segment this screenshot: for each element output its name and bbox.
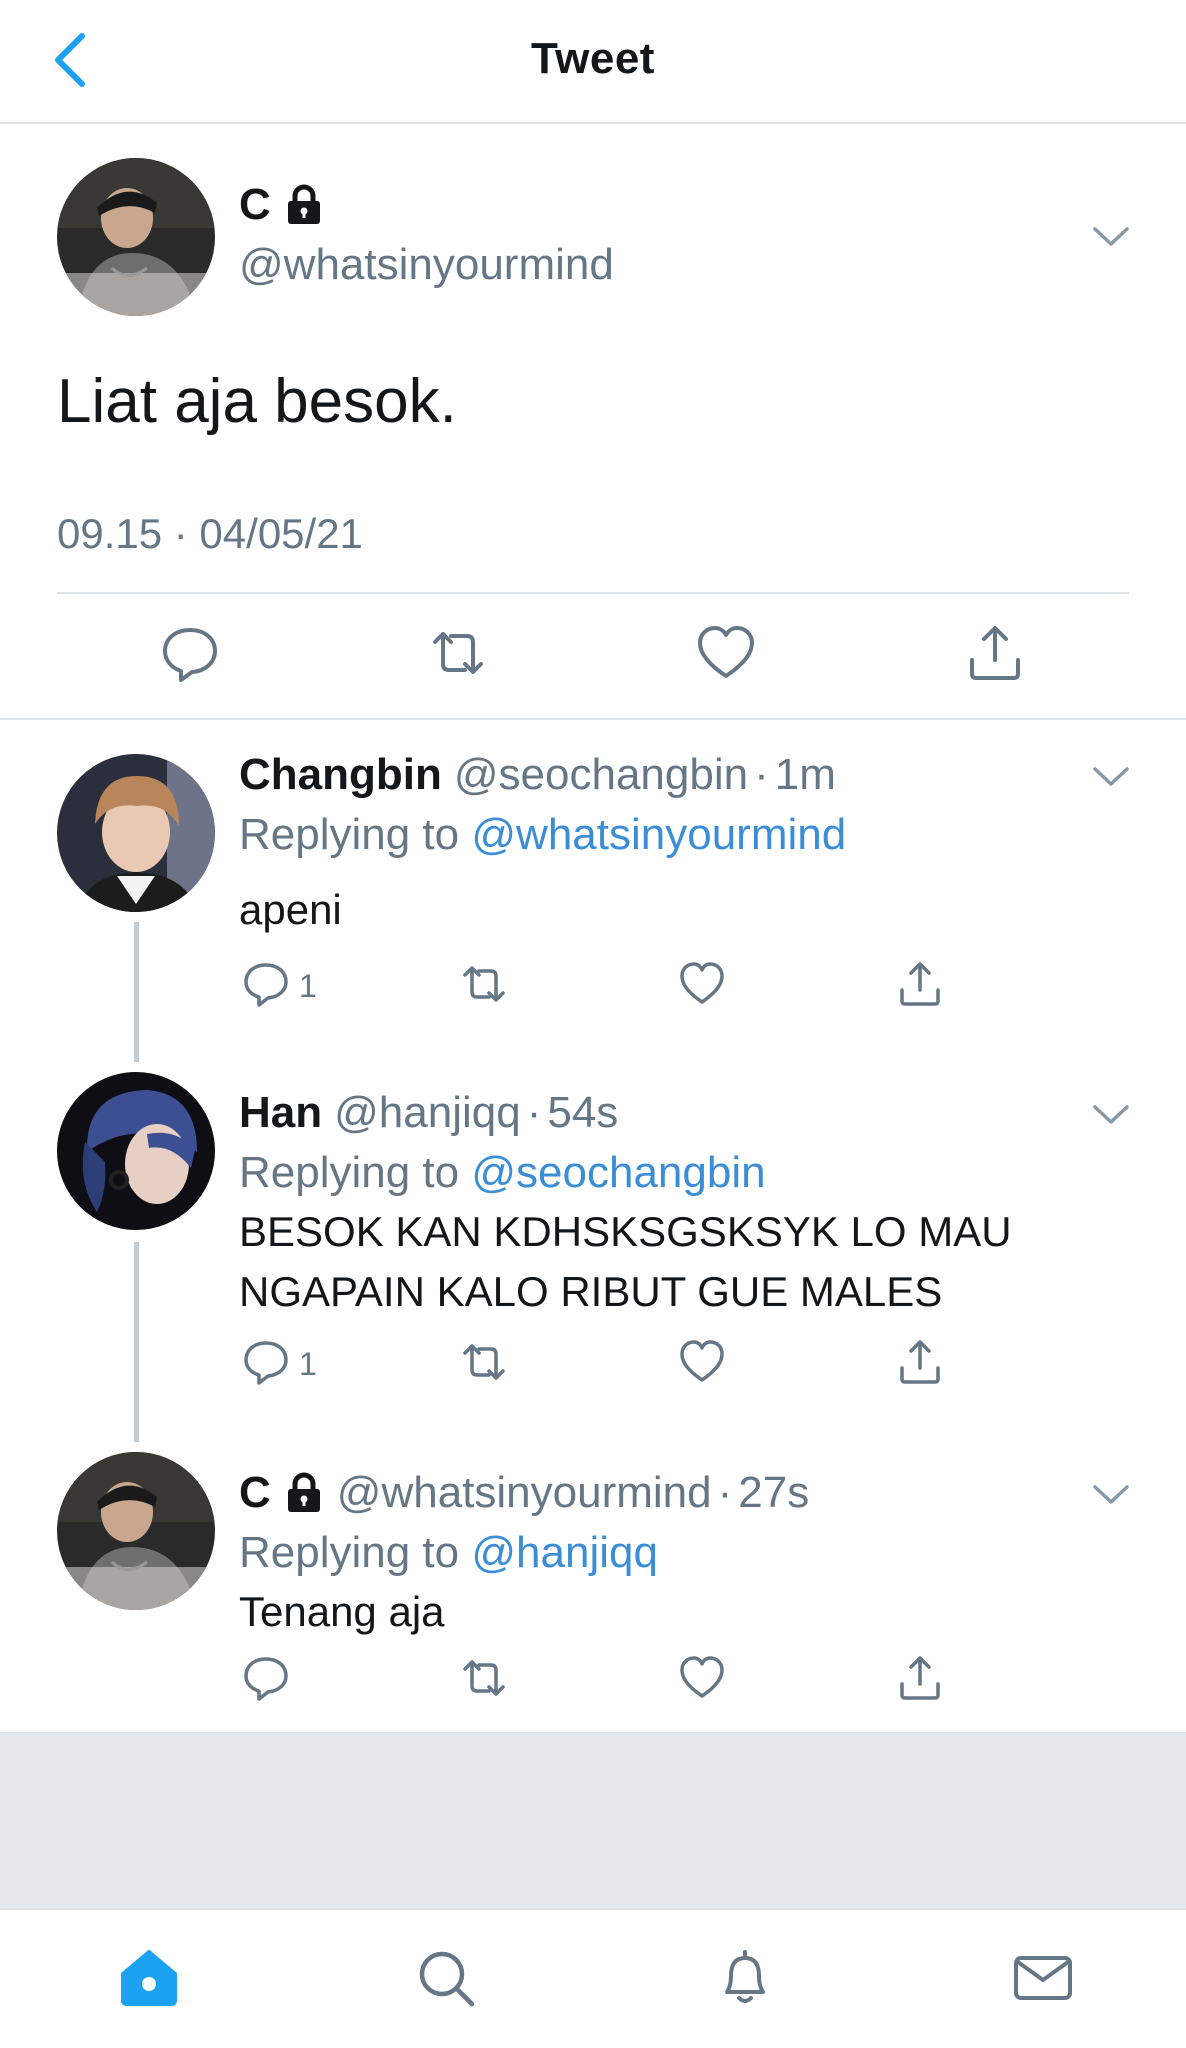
retweet-icon[interactable] — [460, 960, 508, 1008]
author-handle[interactable]: @whatsinyourmind — [239, 240, 614, 290]
messages-icon[interactable] — [1011, 1946, 1075, 2010]
reply-actions: 1 — [0, 960, 1186, 1010]
reply-tweet[interactable]: Han @hanjiqq · 54s Replying to @seochang… — [0, 1062, 1186, 1442]
like-icon[interactable] — [678, 960, 726, 1008]
replying-to-link[interactable]: @hanjiqq — [471, 1528, 658, 1577]
like-icon[interactable] — [678, 1338, 726, 1386]
reply-icon[interactable] — [159, 622, 221, 684]
retweet-icon[interactable] — [460, 1338, 508, 1386]
tweet-actions — [0, 622, 1186, 692]
share-icon[interactable] — [896, 1338, 944, 1386]
reply-header: Han @hanjiqq · 54s — [239, 1088, 618, 1138]
reply-tweet[interactable]: C @whatsinyourmind · 27s Replying to @ha… — [0, 1442, 1186, 1732]
lock-icon — [287, 1472, 320, 1512]
separator-dot: · — [717, 1468, 733, 1517]
top-nav-bar: Tweet — [0, 0, 1186, 124]
reply-text: apeni — [239, 886, 342, 933]
replying-to-line: Replying to @whatsinyourmind — [239, 810, 846, 860]
reply-text: Tenang aja — [239, 1588, 445, 1635]
reply-count: 1 — [299, 968, 317, 1004]
author-name[interactable]: Han — [239, 1088, 322, 1138]
like-icon[interactable] — [678, 1654, 726, 1702]
avatar[interactable] — [57, 754, 215, 912]
reply-icon[interactable] — [242, 1338, 290, 1386]
replying-to-link[interactable]: @seochangbin — [471, 1148, 765, 1197]
replying-to-line: Replying to @seochangbin — [239, 1148, 766, 1198]
bottom-tab-bar — [0, 1908, 1186, 2048]
separator-dot: · — [754, 750, 769, 799]
reply-actions — [0, 1654, 1186, 1704]
avatar[interactable] — [57, 158, 215, 316]
share-icon[interactable] — [896, 1654, 944, 1702]
lock-icon — [287, 184, 320, 224]
author-name[interactable]: Changbin — [239, 750, 442, 800]
replying-to-link[interactable]: @whatsinyourmind — [471, 810, 846, 859]
empty-area — [0, 1732, 1186, 1908]
chevron-down-icon[interactable] — [1091, 224, 1131, 250]
reply-time: 1m — [774, 750, 836, 799]
replying-to-line: Replying to @hanjiqq — [239, 1528, 658, 1578]
author-handle[interactable]: @seochangbin — [454, 750, 748, 800]
chevron-down-icon[interactable] — [1091, 1102, 1131, 1128]
reply-icon[interactable] — [242, 1654, 290, 1702]
share-icon[interactable] — [964, 622, 1026, 684]
retweet-icon[interactable] — [460, 1654, 508, 1702]
author-name-row: C — [239, 180, 325, 230]
retweet-icon[interactable] — [427, 622, 489, 684]
reply-count: 1 — [299, 1346, 317, 1382]
page-title: Tweet — [531, 34, 655, 83]
reply-header: C @whatsinyourmind · 27s — [239, 1468, 809, 1518]
main-tweet: C @whatsinyourmind Liat aja besok. 09.15… — [0, 124, 1186, 720]
home-icon[interactable] — [117, 1946, 181, 2010]
avatar[interactable] — [57, 1072, 215, 1230]
reply-icon[interactable] — [242, 960, 290, 1008]
avatar[interactable] — [57, 1452, 215, 1610]
chevron-down-icon[interactable] — [1091, 1482, 1131, 1508]
tweet-timestamp[interactable]: 09.15 · 04/05/21 — [57, 510, 363, 558]
author-handle[interactable]: @hanjiqq — [334, 1088, 521, 1138]
author-name[interactable]: C — [239, 180, 271, 230]
share-icon[interactable] — [896, 960, 944, 1008]
reply-header: Changbin @seochangbin · 1m — [239, 750, 836, 800]
reply-text: BESOK KAN KDHSKSGSKSYK LO MAU NGAPAIN KA… — [239, 1208, 1012, 1315]
chevron-down-icon[interactable] — [1091, 764, 1131, 790]
replying-prefix: Replying to — [239, 1528, 460, 1577]
like-icon[interactable] — [695, 622, 757, 684]
replying-prefix: Replying to — [239, 1148, 460, 1197]
reply-time: 54s — [547, 1088, 619, 1137]
reply-time: 27s — [738, 1468, 810, 1517]
replying-prefix: Replying to — [239, 810, 460, 859]
reply-actions: 1 — [0, 1338, 1186, 1388]
separator-dot: · — [526, 1088, 542, 1137]
reply-tweet[interactable]: Changbin @seochangbin · 1m Replying to @… — [0, 722, 1186, 1062]
author-handle[interactable]: @whatsinyourmind — [337, 1468, 712, 1518]
tweet-text: Liat aja besok. — [57, 367, 457, 436]
notifications-icon[interactable] — [713, 1946, 777, 2010]
search-icon[interactable] — [414, 1946, 478, 2010]
divider — [57, 592, 1129, 594]
author-name[interactable]: C — [239, 1468, 271, 1518]
